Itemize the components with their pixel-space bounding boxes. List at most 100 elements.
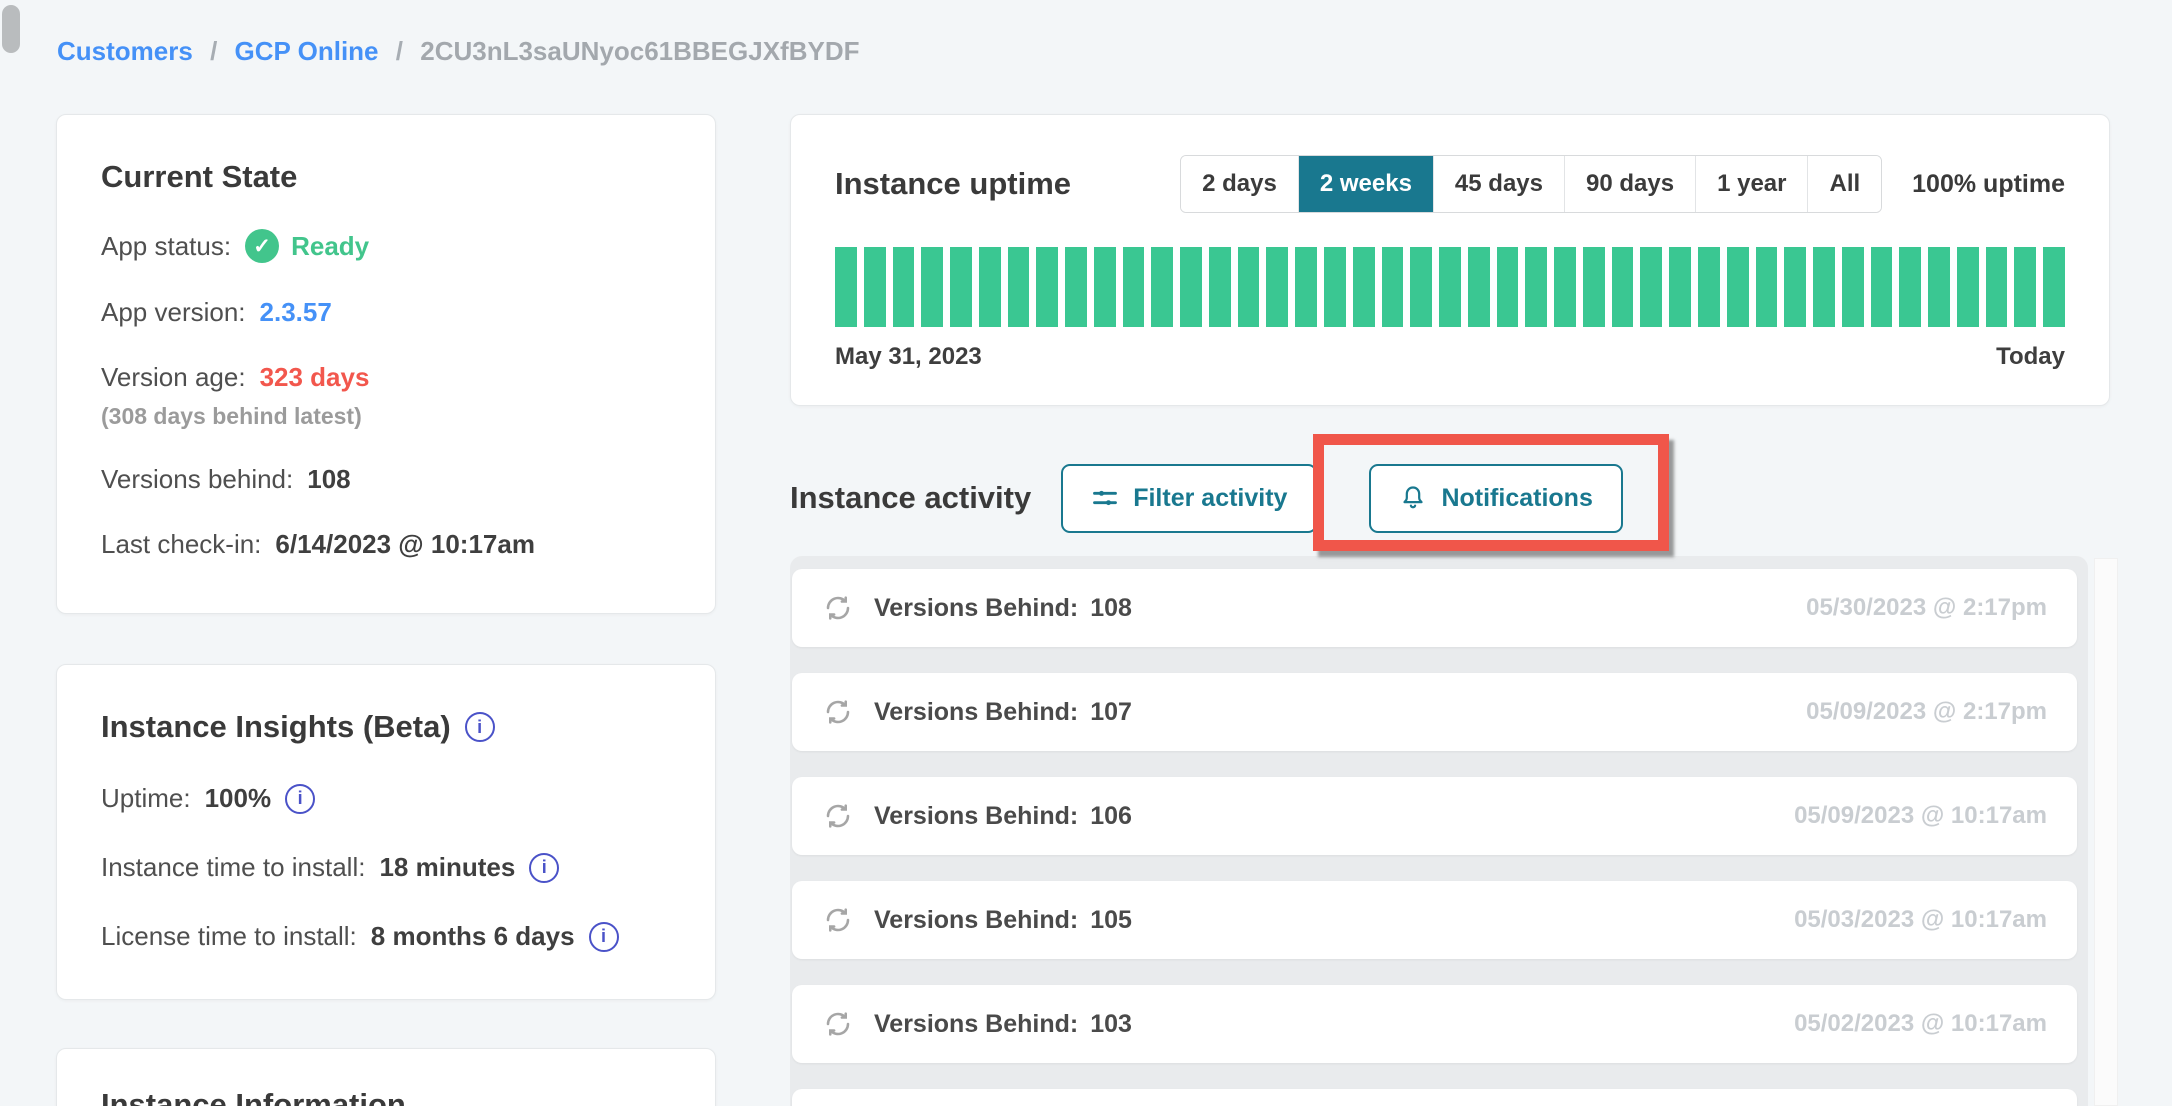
uptime-bar	[1123, 247, 1145, 327]
uptime-bar	[1727, 247, 1749, 327]
activity-row[interactable]: Versions Behind:10505/03/2023 @ 10:17am	[792, 881, 2077, 959]
uptime-bar	[1410, 247, 1432, 327]
breadcrumb-separator: /	[210, 36, 217, 66]
activity-row-partial[interactable]	[792, 1089, 2077, 1106]
uptime-insight-value: 100%	[205, 783, 272, 814]
uptime-bars	[835, 247, 2065, 327]
uptime-bar	[1756, 247, 1778, 327]
uptime-bar	[1266, 247, 1288, 327]
info-icon[interactable]: i	[529, 853, 559, 883]
refresh-icon	[822, 904, 854, 936]
activity-row-timestamp: 05/09/2023 @ 2:17pm	[1806, 698, 2047, 726]
uptime-bar	[2043, 247, 2065, 327]
uptime-bar	[1698, 247, 1720, 327]
uptime-bar	[1986, 247, 2008, 327]
instance-activity-title: Instance activity	[790, 480, 1031, 516]
refresh-icon	[822, 1008, 854, 1040]
license-install-value: 8 months 6 days	[371, 921, 575, 952]
breadcrumb-current-instance-id: 2CU3nL3saUNyoc61BBEGJXfBYDF	[420, 36, 859, 66]
uptime-range-controls: 2 days 2 weeks 45 days 90 days 1 year Al…	[1180, 155, 2065, 213]
instance-install-row: Instance time to install: 18 minutes i	[101, 852, 671, 883]
uptime-bar	[1525, 247, 1547, 327]
activity-row-value: 108	[1090, 594, 1132, 623]
breadcrumb-link-customers[interactable]: Customers	[57, 36, 193, 66]
uptime-bar	[1612, 247, 1634, 327]
version-age-subtext: (308 days behind latest)	[101, 403, 671, 430]
activity-row[interactable]: Versions Behind:10605/09/2023 @ 10:17am	[792, 777, 2077, 855]
app-status-label: App status:	[101, 231, 231, 262]
current-state-title: Current State	[101, 159, 671, 195]
uptime-bar	[1554, 247, 1576, 327]
bell-icon	[1399, 484, 1427, 512]
activity-row[interactable]: Versions Behind:10305/02/2023 @ 10:17am	[792, 985, 2077, 1063]
instance-install-value: 18 minutes	[379, 852, 515, 883]
info-icon[interactable]: i	[589, 922, 619, 952]
version-age-row: Version age: 323 days (308 days behind l…	[101, 362, 671, 430]
instance-uptime-card: Instance uptime 2 days 2 weeks 45 days 9…	[790, 114, 2110, 406]
license-install-label: License time to install:	[101, 921, 357, 952]
range-button-1-year[interactable]: 1 year	[1695, 156, 1807, 212]
uptime-bar	[1209, 247, 1231, 327]
uptime-bar	[1065, 247, 1087, 327]
uptime-bar	[1842, 247, 1864, 327]
last-checkin-label: Last check-in:	[101, 529, 261, 560]
app-version-value[interactable]: 2.3.57	[260, 297, 332, 328]
activity-row[interactable]: Versions Behind:10705/09/2023 @ 2:17pm	[792, 673, 2077, 751]
refresh-icon	[822, 800, 854, 832]
app-version-label: App version:	[101, 297, 246, 328]
activity-row[interactable]: Versions Behind:10805/30/2023 @ 2:17pm	[792, 569, 2077, 647]
uptime-percent-label: 100% uptime	[1912, 170, 2065, 199]
uptime-bar	[1583, 247, 1605, 327]
instance-information-card: Instance Information	[56, 1048, 716, 1106]
instance-activity-header: Instance activity Filter activity Notifi…	[790, 455, 2110, 541]
range-button-2-days[interactable]: 2 days	[1181, 156, 1298, 212]
uptime-end-date-label: Today	[1996, 343, 2065, 371]
activity-row-timestamp: 05/09/2023 @ 10:17am	[1794, 802, 2047, 830]
uptime-bar	[1957, 247, 1979, 327]
version-age-label: Version age:	[101, 362, 246, 393]
activity-row-value: 105	[1090, 906, 1132, 935]
uptime-start-date-label: May 31, 2023	[835, 343, 982, 371]
notifications-label: Notifications	[1441, 484, 1592, 513]
uptime-insight-row: Uptime: 100% i	[101, 783, 671, 814]
filter-activity-label: Filter activity	[1133, 484, 1287, 513]
sliders-icon	[1091, 484, 1119, 512]
instance-install-label: Instance time to install:	[101, 852, 365, 883]
activity-scrollbar-thumb[interactable]	[2, 5, 20, 53]
range-button-45-days[interactable]: 45 days	[1433, 156, 1564, 212]
activity-row-label: Versions Behind:	[874, 698, 1078, 727]
uptime-bar	[921, 247, 943, 327]
breadcrumb-separator: /	[396, 36, 403, 66]
filter-activity-button[interactable]: Filter activity	[1061, 464, 1317, 533]
uptime-bar	[1439, 247, 1461, 327]
range-button-2-weeks[interactable]: 2 weeks	[1298, 156, 1433, 212]
uptime-bar	[893, 247, 915, 327]
instance-dashboard-page: Customers / GCP Online / 2CU3nL3saUNyoc6…	[0, 0, 2172, 1106]
activity-row-value: 106	[1090, 802, 1132, 831]
notifications-button[interactable]: Notifications	[1369, 464, 1622, 533]
uptime-bar	[1640, 247, 1662, 327]
uptime-bar	[1008, 247, 1030, 327]
activity-row-label: Versions Behind:	[874, 594, 1078, 623]
range-button-all[interactable]: All	[1807, 156, 1881, 212]
info-icon[interactable]: i	[285, 784, 315, 814]
uptime-bar	[1813, 247, 1835, 327]
versions-behind-row: Versions behind: 108	[101, 464, 671, 495]
uptime-bar	[1468, 247, 1490, 327]
notifications-button-wrapper: Notifications	[1369, 464, 1622, 533]
uptime-bar	[864, 247, 886, 327]
check-circle-icon: ✓	[245, 229, 279, 263]
activity-scrollbar-track[interactable]	[2094, 558, 2118, 1106]
app-version-row: App version: 2.3.57	[101, 297, 671, 328]
uptime-bar	[1180, 247, 1202, 327]
range-button-90-days[interactable]: 90 days	[1564, 156, 1695, 212]
breadcrumb-link-app[interactable]: GCP Online	[235, 36, 379, 66]
versions-behind-label: Versions behind:	[101, 464, 293, 495]
uptime-bar	[1871, 247, 1893, 327]
uptime-bar	[1353, 247, 1375, 327]
instance-activity-list: Versions Behind:10805/30/2023 @ 2:17pmVe…	[790, 556, 2088, 1106]
app-status-value: Ready	[291, 231, 369, 262]
info-icon[interactable]: i	[465, 712, 495, 742]
uptime-bar	[1094, 247, 1116, 327]
uptime-bar	[1669, 247, 1691, 327]
